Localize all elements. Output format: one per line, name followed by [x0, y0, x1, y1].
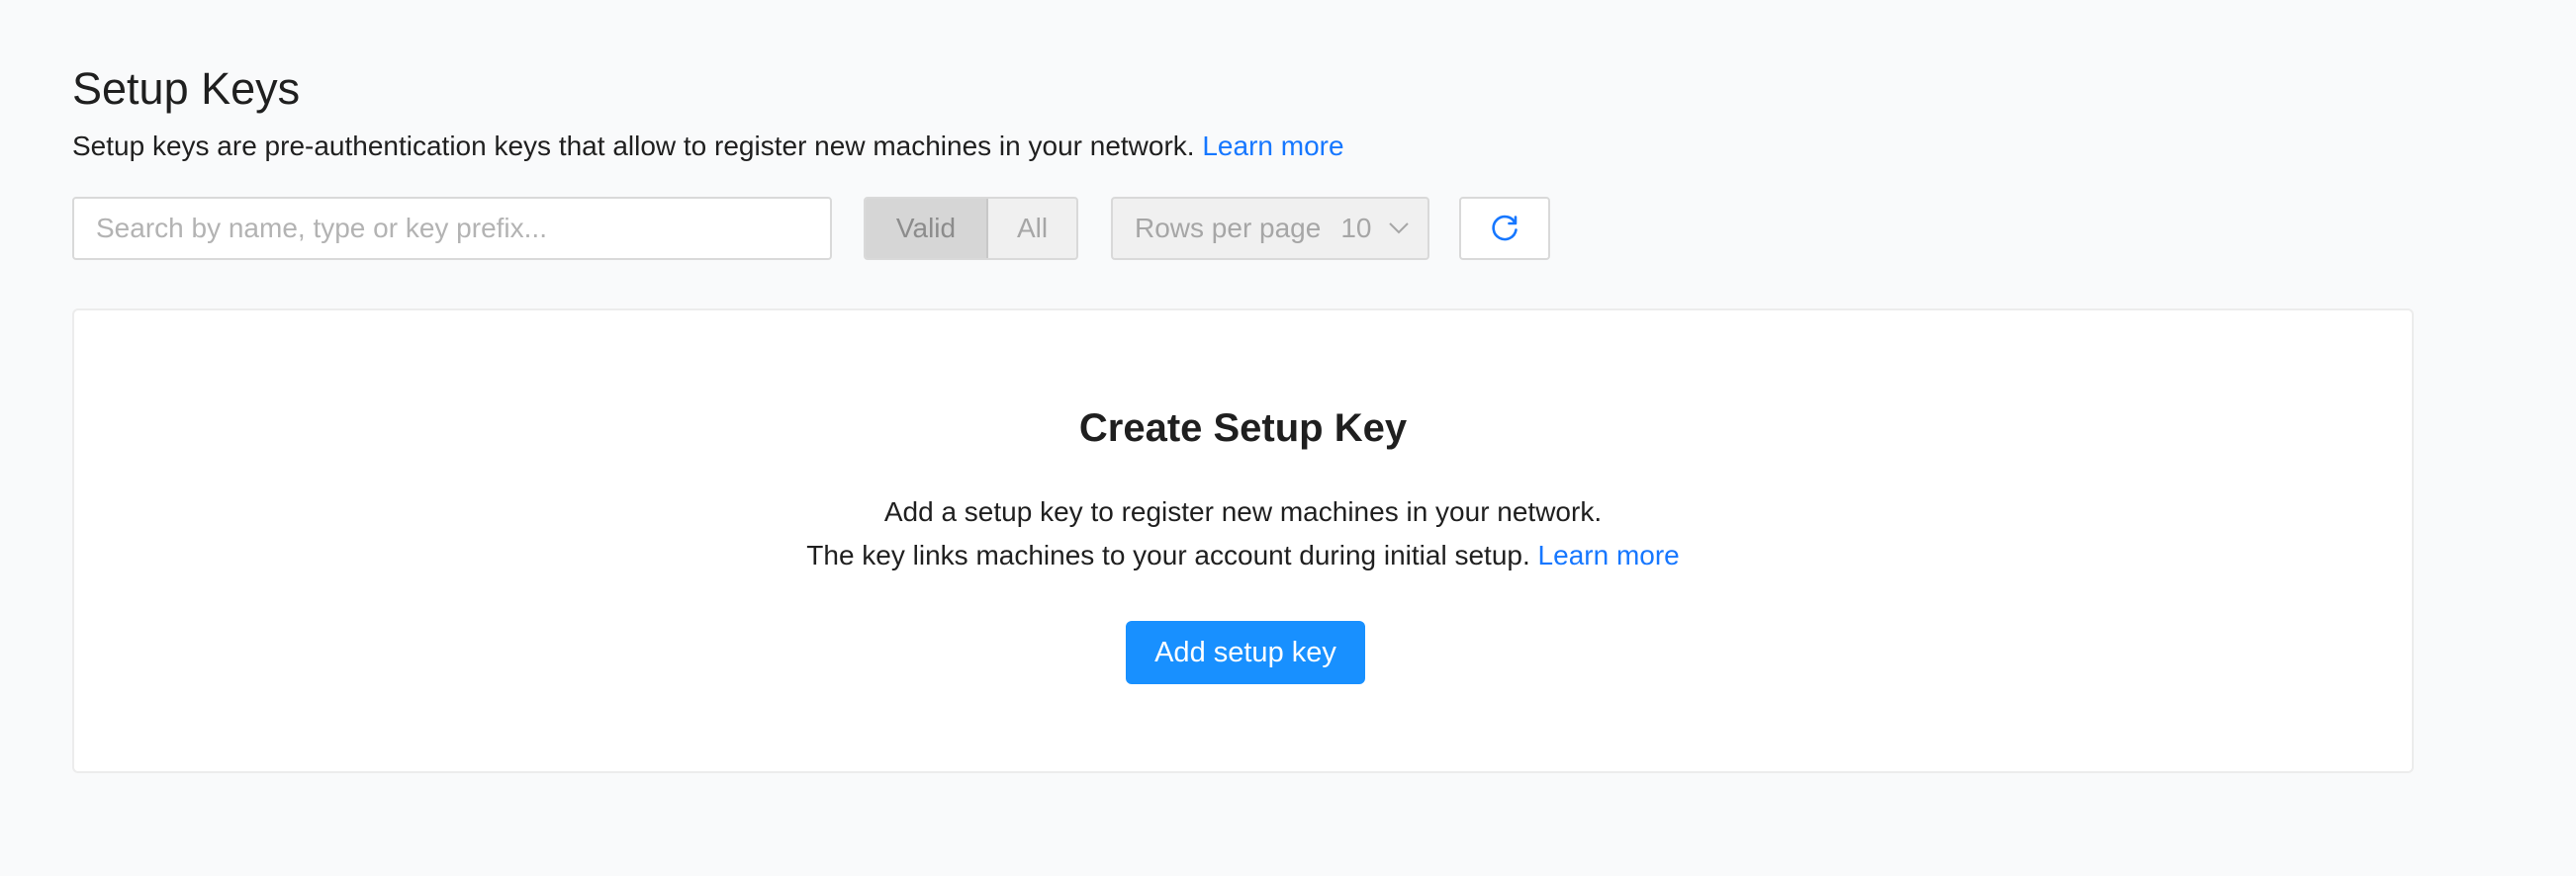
empty-state-line-2-text: The key links machines to your account d… [806, 540, 1530, 570]
rows-per-page-label: Rows per page [1135, 213, 1322, 243]
learn-more-link[interactable]: Learn more [1202, 131, 1343, 161]
empty-state-line-2: The key links machines to your account d… [74, 536, 2412, 575]
empty-state-learn-more-link[interactable]: Learn more [1538, 540, 1680, 570]
chevron-down-icon [1388, 221, 1410, 235]
page-description: Setup keys are pre-authentication keys t… [72, 127, 1344, 166]
validity-filter: Valid All [864, 197, 1078, 260]
empty-state-title: Create Setup Key [1078, 406, 1408, 450]
search-input[interactable] [72, 197, 832, 260]
filter-valid-button[interactable]: Valid [866, 199, 988, 258]
rows-per-page-select[interactable]: Rows per page 10 [1111, 197, 1429, 260]
page-title: Setup Keys [72, 63, 301, 114]
page-description-text: Setup keys are pre-authentication keys t… [72, 131, 1195, 161]
empty-state-card: Create Setup Key Add a setup key to regi… [72, 308, 2414, 773]
refresh-button[interactable] [1459, 197, 1550, 260]
empty-state-line-1: Add a setup key to register new machines… [883, 496, 1603, 527]
add-setup-key-button[interactable]: Add setup key [1126, 621, 1365, 684]
filter-all-button[interactable]: All [988, 199, 1076, 258]
toolbar: Valid All Rows per page 10 [72, 197, 1556, 260]
rows-per-page-value: 10 [1340, 213, 1372, 243]
refresh-icon [1490, 214, 1519, 243]
